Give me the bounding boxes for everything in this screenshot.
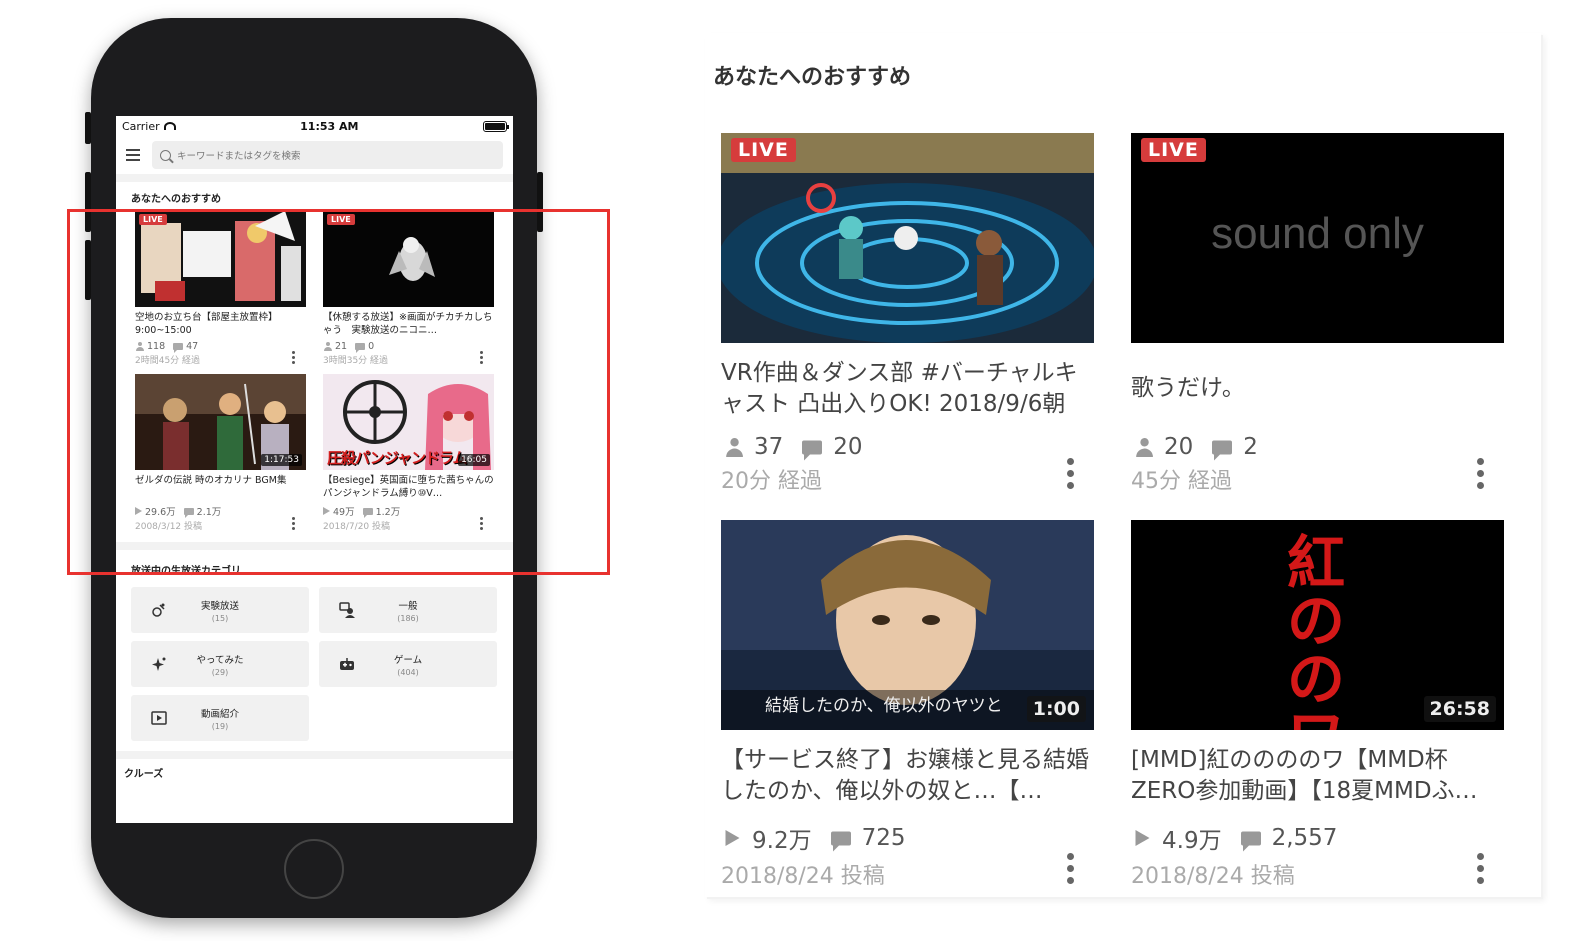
post-date: 2018/8/24 投稿 <box>721 864 885 889</box>
divider <box>116 751 513 759</box>
category-name: 一般 <box>398 600 418 612</box>
category-name: やってみた <box>196 654 244 666</box>
viewer-count: 20 <box>1164 434 1194 460</box>
status-bar: Carrier 11:53 AM <box>116 116 513 136</box>
top-bar: キーワードまたはタグを検索 <box>116 136 513 174</box>
video-title[interactable]: 【サービス終了】お嬢様と見る結婚したのか、俺以外の奴と…【… <box>721 745 1094 807</box>
viewer-icon <box>1134 437 1153 457</box>
post-date: 2018/8/24 投稿 <box>1131 864 1295 889</box>
video-title[interactable]: [MMD]紅ののののワ【MMD杯ZERO参加動画】【18夏MMDふ… <box>1131 745 1504 807</box>
zoom-section-title: あなたへのおすすめ <box>713 65 912 90</box>
comment-icon <box>802 440 823 460</box>
viewer-count: 37 <box>754 434 784 460</box>
play-count: 4.9万 <box>1162 828 1222 854</box>
video-card[interactable]: sound only LIVE 歌うだけ。 20 2 45分 経過 <box>1131 133 1504 495</box>
more-options-icon[interactable] <box>1067 458 1074 489</box>
category-name: 実験放送 <box>200 600 239 612</box>
comment-count: 20 <box>833 434 863 460</box>
video-thumbnail[interactable]: 結婚したのか、俺以外のヤツと 1:00 <box>721 520 1094 730</box>
mute-switch <box>85 112 91 144</box>
divider <box>116 174 513 182</box>
video-title[interactable]: 歌うだけ。 <box>1131 358 1504 420</box>
video-thumbnail[interactable]: sound only LIVE <box>1131 133 1504 343</box>
comment-icon <box>1212 440 1233 460</box>
play-count-icon <box>725 830 740 846</box>
video-title[interactable]: VR作曲＆ダンス部 #バーチャルキャスト 凸出入りOK! 2018/9/6朝 <box>721 358 1094 420</box>
thumbnail-caption: 結婚したのか、俺以外のヤツと <box>765 696 1003 716</box>
video-card[interactable]: LIVE VR作曲＆ダンス部 #バーチャルキャスト 凸出入りOK! 2018/9… <box>721 133 1094 495</box>
clock: 11:53 AM <box>300 119 359 133</box>
comment-count: 2 <box>1243 434 1258 460</box>
category-name: 動画紹介 <box>200 708 239 720</box>
viewer-icon <box>724 437 743 457</box>
cruise-title: クルーズ <box>124 769 164 780</box>
more-options-icon[interactable] <box>1477 458 1484 489</box>
category-tried[interactable]: やってみた (29) <box>131 641 309 687</box>
thumbnail-caption: 紅ののワ <box>1286 529 1345 730</box>
category-grid: 実験放送 (15) 一般 (186) やってみた (29) ゲーム (404) … <box>116 587 513 741</box>
duration-badge: 1:00 <box>1026 696 1086 722</box>
play-count-icon <box>1135 830 1150 846</box>
recommend-title: あなたへのおすすめ <box>131 194 221 205</box>
menu-icon[interactable] <box>126 149 140 161</box>
wifi-icon <box>163 122 176 130</box>
category-count: (19) <box>211 721 229 731</box>
search-icon <box>160 149 171 161</box>
elapsed-time: 45分 経過 <box>1131 469 1232 494</box>
video-thumbnail[interactable]: 紅ののワ 26:58 <box>1131 520 1504 730</box>
zoomed-recommend-panel: あなたへのおすすめ LIVE VR作曲＆ダンス部 #バーチャルキャスト 凸出入り… <box>705 33 1541 897</box>
live-badge: LIVE <box>731 138 796 162</box>
comment-icon <box>830 831 851 851</box>
category-count: (15) <box>211 613 229 623</box>
category-name: ゲーム <box>393 654 423 666</box>
video-card[interactable]: 紅ののワ 26:58 [MMD]紅ののののワ【MMD杯ZERO参加動画】【18夏… <box>1131 520 1504 890</box>
home-button[interactable] <box>284 839 344 899</box>
category-experiment[interactable]: 実験放送 (15) <box>131 587 309 633</box>
battery-icon <box>483 120 509 132</box>
category-count: (404) <box>397 667 419 677</box>
search-input[interactable]: キーワードまたはタグを検索 <box>152 141 503 169</box>
thumbnail-caption: sound only <box>1211 209 1424 258</box>
video-thumbnail[interactable]: LIVE <box>721 133 1094 343</box>
video-card[interactable]: 結婚したのか、俺以外のヤツと 1:00 【サービス終了】お嬢様と見る結婚したのか… <box>721 520 1094 890</box>
elapsed-time: 20分 経過 <box>721 469 822 494</box>
search-placeholder: キーワードまたはタグを検索 <box>177 151 301 162</box>
category-count: (29) <box>211 667 229 677</box>
highlight-frame <box>67 209 610 575</box>
comment-count: 2,557 <box>1271 825 1338 851</box>
category-game[interactable]: ゲーム (404) <box>319 641 497 687</box>
play-count: 9.2万 <box>752 828 812 854</box>
more-options-icon[interactable] <box>1477 853 1484 884</box>
comment-count: 725 <box>861 825 906 851</box>
carrier-label: Carrier <box>122 119 160 133</box>
category-count: (186) <box>397 613 419 623</box>
category-general[interactable]: 一般 (186) <box>319 587 497 633</box>
thumbnail-image <box>721 133 1094 343</box>
category-video-intro[interactable]: 動画紹介 (19) <box>131 695 309 741</box>
live-badge: LIVE <box>1141 138 1206 162</box>
more-options-icon[interactable] <box>1067 853 1074 884</box>
comment-icon <box>1240 831 1261 851</box>
duration-badge: 26:58 <box>1423 696 1496 722</box>
